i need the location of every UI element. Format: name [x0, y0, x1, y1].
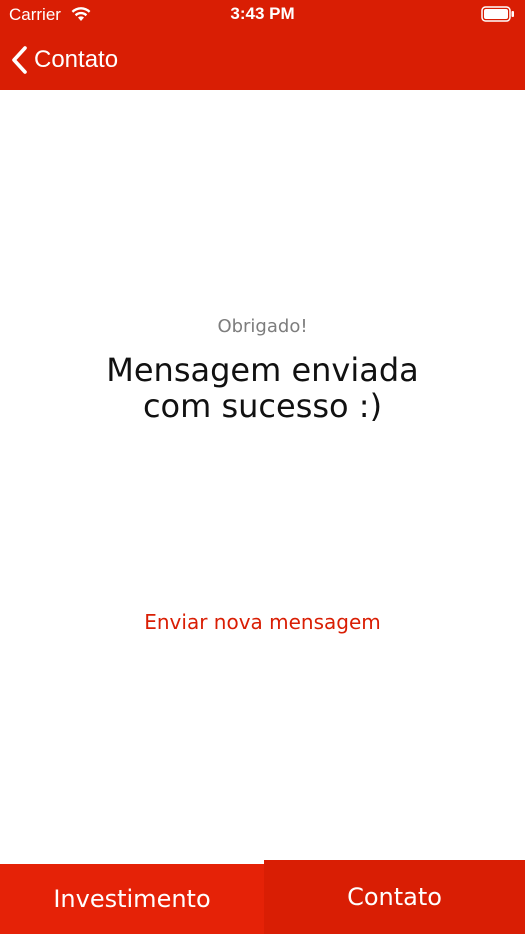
thanks-label: Obrigado! — [217, 316, 308, 337]
tab-investimento[interactable]: Investimento — [0, 864, 264, 934]
tab-bar: Investimento Contato — [0, 860, 525, 934]
back-label: Contato — [34, 46, 119, 73]
send-new-message-link[interactable]: Enviar nova mensagem — [0, 610, 525, 634]
chevron-left-icon — [10, 45, 30, 75]
back-button[interactable]: Contato — [10, 42, 118, 78]
battery-full-icon — [481, 6, 515, 22]
app-screen: Carrier 3:43 PM Contato Obrigado! Mensag… — [0, 0, 525, 934]
navigation-bar: Contato — [0, 30, 525, 90]
status-time: 3:43 PM — [230, 4, 295, 23]
tab-contato[interactable]: Contato — [264, 860, 525, 934]
success-message: Mensagem enviada com sucesso :) — [0, 352, 525, 424]
header: Carrier 3:43 PM Contato — [0, 0, 525, 90]
status-bar: Carrier 3:43 PM — [0, 0, 525, 30]
success-message-line-2: com sucesso :) — [142, 387, 383, 425]
success-message-line-1: Mensagem enviada — [106, 351, 419, 389]
